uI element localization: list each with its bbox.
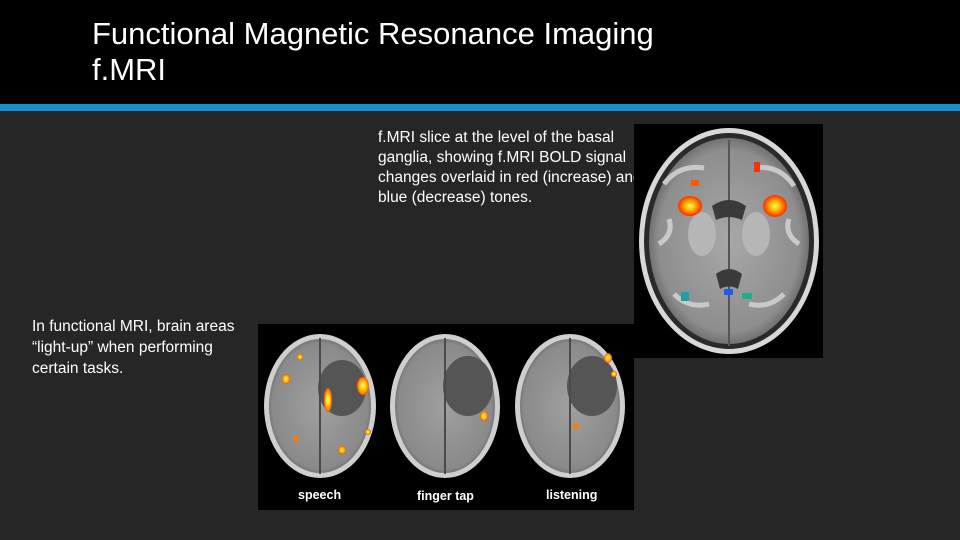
task-label-listening: listening: [546, 488, 597, 502]
slide-title-line2: f.MRI: [92, 52, 167, 87]
brain-slice-listening: [515, 334, 625, 478]
fmri-basal-ganglia-image: [634, 124, 823, 358]
task-label-speech: speech: [298, 488, 341, 502]
brain-slice-speech: [264, 334, 376, 478]
accent-divider: [0, 104, 960, 111]
caption-basal-ganglia: f.MRI slice at the level of the basal ga…: [378, 129, 642, 206]
title-bar: Functional Magnetic Resonance Imaging f.…: [0, 0, 960, 104]
fmri-basal-ganglia-svg: [634, 124, 823, 358]
task-label-finger-tap: finger tap: [417, 489, 474, 503]
fmri-task-svg: speech finger tap listening: [258, 324, 634, 510]
caption-light-up: In functional MRI, brain areas “light-up…: [32, 318, 235, 377]
slide-title-line1: Functional Magnetic Resonance Imaging: [92, 16, 654, 51]
fmri-task-images: speech finger tap listening: [258, 324, 634, 510]
slide-title: Functional Magnetic Resonance Imaging f.…: [92, 16, 654, 88]
brain-slice-finger-tap: [390, 334, 500, 478]
